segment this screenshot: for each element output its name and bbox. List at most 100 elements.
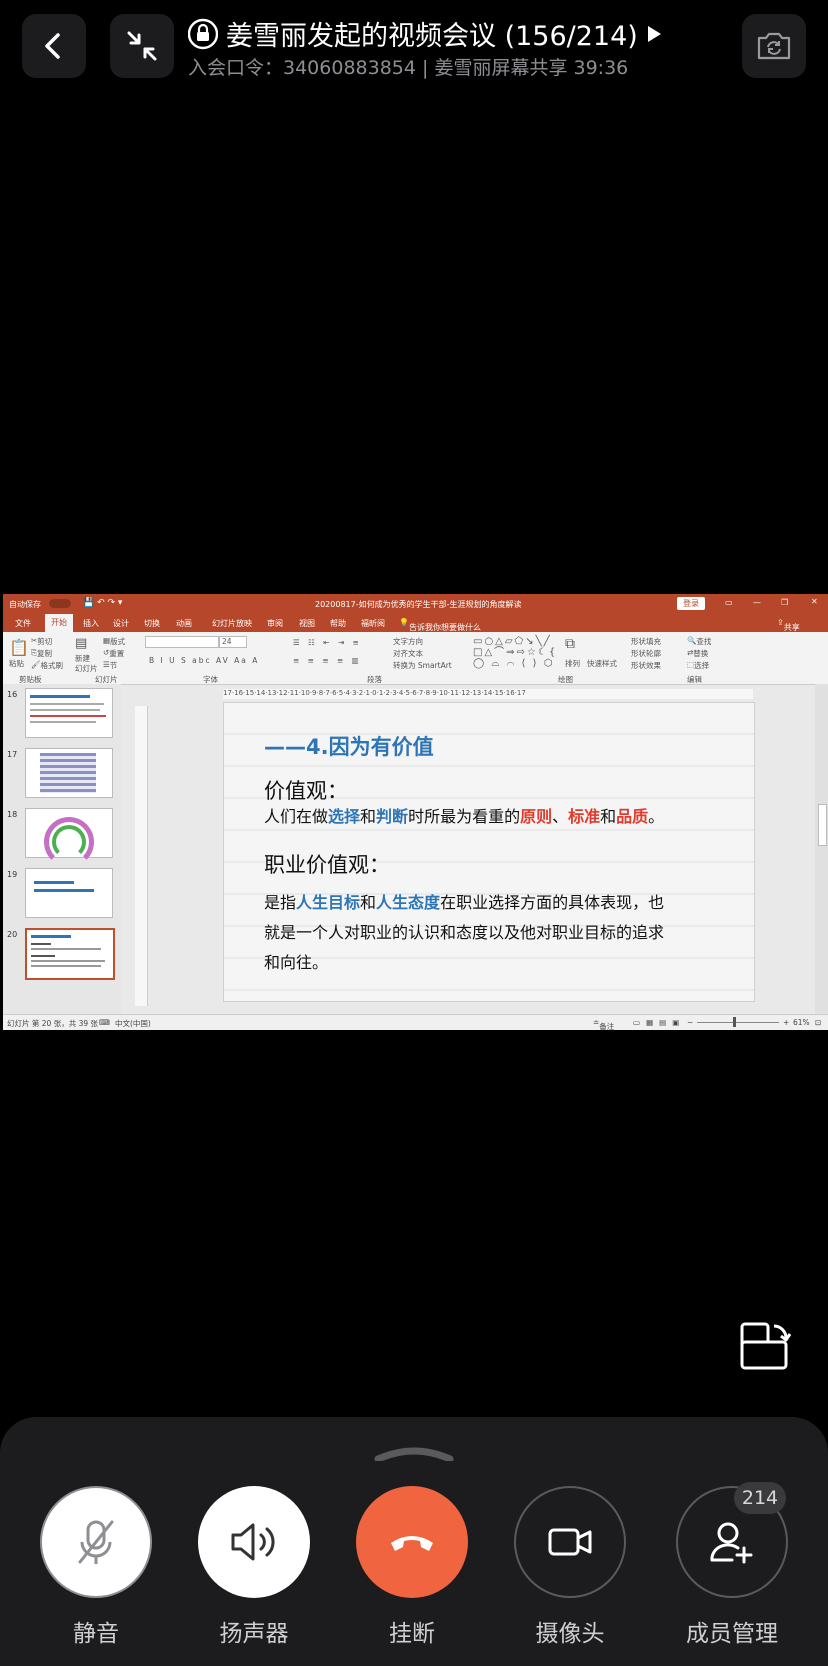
autosave-toggle[interactable] bbox=[49, 599, 71, 608]
shape-fill-button[interactable]: 形状填充 bbox=[631, 636, 661, 647]
speaker-label: 扬声器 bbox=[219, 1621, 289, 1647]
arrange-icon[interactable]: ⧉ bbox=[565, 636, 575, 652]
reset-button[interactable]: ↺ 重置 bbox=[103, 648, 124, 658]
close-window-icon[interactable]: ✕ bbox=[811, 597, 818, 606]
switch-camera-button[interactable] bbox=[742, 14, 806, 78]
slide-text-line: 是指人生目标和人生态度在职业选择方面的具体表现，也 bbox=[264, 893, 665, 912]
paste-icon[interactable]: 📋 bbox=[9, 638, 29, 657]
slide-canvas[interactable]: ——4.因为有价值 价值观： 人们在做选择和判断时所最为看重的原则、标准和品质。… bbox=[223, 702, 755, 1002]
menu-home[interactable]: 开始 bbox=[45, 614, 73, 632]
language-status: 中文(中国) bbox=[115, 1019, 151, 1028]
arrange-button[interactable]: 排列 bbox=[565, 658, 580, 669]
menu-animations[interactable]: 动画 bbox=[176, 618, 192, 629]
slide-thumbnail-active[interactable] bbox=[25, 928, 115, 980]
new-slide-button[interactable]: 新建 幻灯片 bbox=[75, 654, 98, 674]
ribbon-display-icon[interactable]: ▭ bbox=[725, 598, 733, 607]
speaker-icon bbox=[231, 1523, 275, 1561]
autosave-label: 自动保存 bbox=[9, 600, 41, 609]
menu-review[interactable]: 审阅 bbox=[267, 618, 283, 629]
menu-file[interactable]: 文件 bbox=[15, 618, 31, 629]
ppt-titlebar: 自动保存 💾 ↶ ↷ ▾ 20200817-如何成为优秀的学生干部-生涯规划的角… bbox=[3, 594, 828, 614]
quick-styles-button[interactable]: 快速样式 bbox=[587, 658, 617, 669]
text-direction-button[interactable]: 文字方向 bbox=[393, 636, 423, 647]
camera-label: 摄像头 bbox=[535, 1621, 605, 1647]
format-painter-button[interactable]: 🖌 格式刷 bbox=[31, 660, 63, 670]
select-button[interactable]: ⬚ 选择 bbox=[687, 660, 709, 670]
copy-button[interactable]: ⎘ 复制 bbox=[31, 648, 52, 658]
meeting-title: 姜雪丽发起的视频会议 (156/214) bbox=[226, 21, 638, 52]
slide-text-line: 人们在做选择和判断时所最为看重的原则、标准和品质。 bbox=[264, 807, 665, 826]
mute-button[interactable] bbox=[40, 1486, 152, 1598]
new-slide-icon[interactable]: ▤ bbox=[75, 636, 87, 651]
slide-thumbnail[interactable] bbox=[25, 868, 113, 918]
lock-icon bbox=[188, 18, 218, 49]
meeting-info: 入会口令：34060883854 | 姜雪丽屏幕共享 39:36 bbox=[188, 57, 629, 79]
view-buttons[interactable]: ▭▦▤▣ bbox=[633, 1018, 685, 1027]
zoom-slider-thumb[interactable] bbox=[733, 1017, 736, 1027]
camera-switch-icon bbox=[757, 32, 791, 60]
font-name-select[interactable] bbox=[145, 636, 219, 648]
ppt-menubar: 文件 开始 插入 设计 切换 动画 幻灯片放映 审阅 视图 帮助 福昕阅 💡 告… bbox=[3, 614, 828, 632]
font-format-buttons[interactable]: B I U S abc AV Aa A bbox=[149, 656, 259, 665]
font-size-select[interactable]: 24 bbox=[219, 636, 247, 648]
list-buttons[interactable]: ☰ ☷ ⇤ ⇥ ≡ bbox=[293, 638, 362, 647]
accessibility-icon[interactable]: ⌨ bbox=[99, 1018, 110, 1027]
chevron-left-icon bbox=[45, 33, 60, 59]
smartart-button[interactable]: 转换为 SmartArt bbox=[393, 660, 452, 671]
menu-insert[interactable]: 插入 bbox=[83, 618, 99, 629]
window-title: 20200817-如何成为优秀的学生干部-生涯规划的角度解读 bbox=[315, 600, 522, 609]
quick-access-icons[interactable]: 💾 ↶ ↷ ▾ bbox=[83, 598, 122, 608]
fit-window-icon[interactable]: ⊡ bbox=[815, 1018, 821, 1027]
menu-foxit[interactable]: 福昕阅 bbox=[361, 618, 385, 629]
thumbnail-number: 16 bbox=[7, 690, 18, 699]
minimize-window-icon[interactable]: — bbox=[753, 598, 761, 607]
slide-count-status: 幻灯片 第 20 张，共 39 张 bbox=[7, 1019, 99, 1028]
camera-button[interactable] bbox=[514, 1486, 626, 1598]
tell-me-search[interactable]: 💡 告诉我你想要做什么 bbox=[399, 618, 481, 632]
member-count-badge: 214 bbox=[734, 1482, 786, 1514]
zoom-out-button[interactable]: − bbox=[687, 1018, 693, 1027]
slide-thumbnail[interactable] bbox=[25, 808, 113, 867]
ppt-ribbon: 📋 粘贴 ✂ 剪切 ⎘ 复制 🖌 格式刷 ▤ 新建 幻灯片 ▦ 版式 ↺ 重置 … bbox=[3, 632, 828, 685]
shape-outline-button[interactable]: 形状轮廓 bbox=[631, 648, 661, 659]
zoom-in-button[interactable]: + bbox=[783, 1018, 789, 1027]
control-panel: 静音 扬声器 挂断 摄像头 214 成员管理 bbox=[0, 1417, 828, 1666]
share-button[interactable]: ⇪ 共享 bbox=[777, 618, 800, 632]
vertical-scrollbar[interactable] bbox=[815, 684, 828, 1014]
shared-screen[interactable]: 自动保存 💾 ↶ ↷ ▾ 20200817-如何成为优秀的学生干部-生涯规划的角… bbox=[3, 594, 828, 1030]
menu-view[interactable]: 视图 bbox=[299, 618, 315, 629]
menu-design[interactable]: 设计 bbox=[113, 618, 129, 629]
speaker-button[interactable] bbox=[198, 1486, 310, 1598]
section-button[interactable]: ☰ 节 bbox=[103, 660, 117, 670]
meeting-title-row[interactable]: 姜雪丽发起的视频会议 (156/214) bbox=[188, 14, 662, 53]
maximize-window-icon[interactable]: ❐ bbox=[781, 598, 788, 607]
shapes-gallery[interactable]: ▭○△▱⬠↘╲╱ □△⌒⇒⇨☆☾{ ◯ ⌓ ⌒ ⟨ ⟩ ⬡ bbox=[473, 636, 557, 669]
minimize-button[interactable] bbox=[110, 14, 174, 78]
zoom-slider[interactable] bbox=[697, 1022, 779, 1023]
members-label: 成员管理 bbox=[686, 1621, 778, 1647]
find-button[interactable]: 🔍 查找 bbox=[687, 636, 711, 646]
phone-hangup-icon bbox=[391, 1536, 433, 1551]
replace-button[interactable]: ⇄ 替换 bbox=[687, 648, 708, 658]
back-button[interactable] bbox=[22, 14, 86, 78]
ppt-statusbar: 幻灯片 第 20 张，共 39 张 ⌨ 中文(中国) ≐ 备注 ▭▦▤▣ − +… bbox=[3, 1014, 828, 1030]
hangup-button[interactable] bbox=[356, 1486, 468, 1598]
shape-effects-button[interactable]: 形状效果 bbox=[631, 660, 661, 671]
menu-slideshow[interactable]: 幻灯片放映 bbox=[212, 618, 252, 629]
slide-text-line: 就是一个人对职业的认识和态度以及他对职业目标的追求 bbox=[264, 923, 665, 942]
align-text-button[interactable]: 对齐文本 bbox=[393, 648, 423, 659]
thumbnail-number: 17 bbox=[7, 750, 18, 759]
login-button[interactable]: 登录 bbox=[677, 597, 705, 610]
expand-handle-icon[interactable] bbox=[374, 1447, 454, 1461]
menu-help[interactable]: 帮助 bbox=[330, 618, 346, 629]
align-buttons[interactable]: ≡ ≡ ≡ ≡ ▥ bbox=[293, 656, 362, 665]
menu-transitions[interactable]: 切换 bbox=[144, 618, 160, 629]
slide-thumbnail[interactable] bbox=[25, 748, 113, 798]
layout-button[interactable]: ▦ 版式 bbox=[103, 636, 125, 646]
slide-thumbnail[interactable] bbox=[25, 688, 113, 738]
paste-button[interactable]: 粘贴 bbox=[9, 658, 24, 669]
cut-button[interactable]: ✂ 剪切 bbox=[31, 636, 52, 646]
paragraph-group-label: 段落 bbox=[367, 675, 382, 684]
rotate-screen-button[interactable] bbox=[738, 1320, 792, 1374]
notes-button[interactable]: ≐ 备注 bbox=[593, 1018, 614, 1030]
